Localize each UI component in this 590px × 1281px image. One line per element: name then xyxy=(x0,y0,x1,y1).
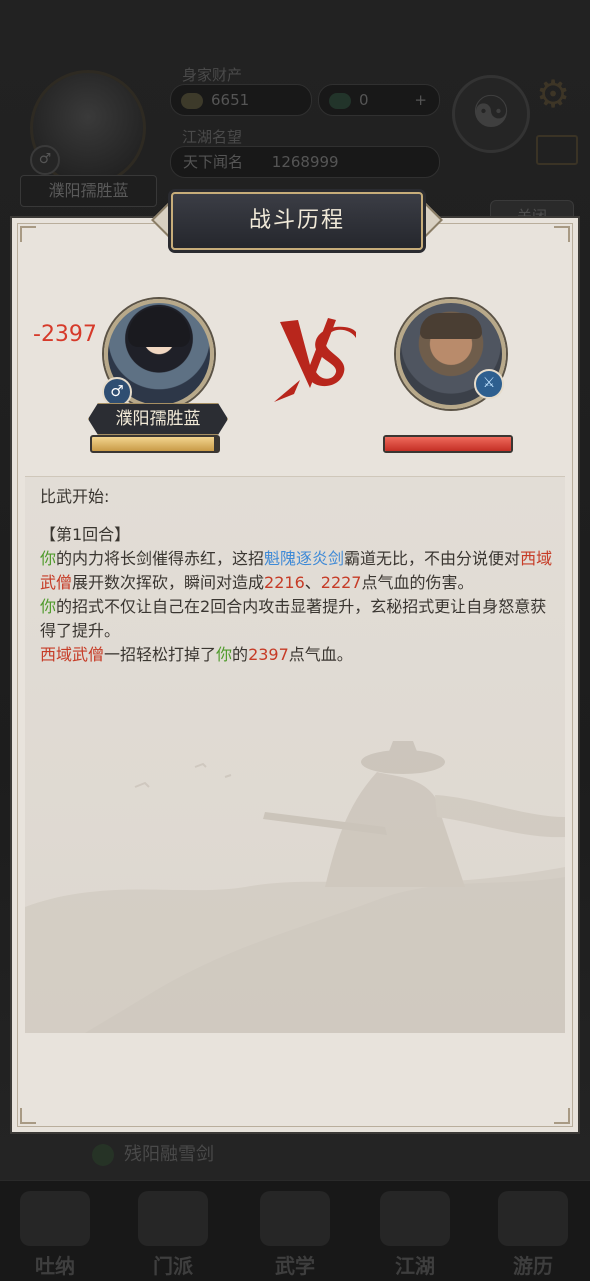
frame-corner xyxy=(20,1108,36,1124)
mail-icon xyxy=(536,135,578,165)
log-damage: 2397 xyxy=(248,645,289,664)
frame-corner xyxy=(20,226,36,242)
player-name: 濮阳孺胜蓝 xyxy=(115,409,201,429)
log-text: 霸道无比，不由分说便对 xyxy=(344,549,521,568)
log-text: 展开数次挥砍，瞬间对造成 xyxy=(72,573,265,592)
nav-sect-icon xyxy=(138,1191,208,1246)
dialog-title: 战斗历程 xyxy=(248,208,345,233)
log-text: 的 xyxy=(232,645,249,664)
enemy-portrait-hair xyxy=(420,313,482,339)
battle-log[interactable]: 比武开始: 【第1回合】 你的内力将长剑催得赤红，这招魁隗逐炎剑霸道无比，不由分… xyxy=(25,476,565,1033)
nav-tuna-icon xyxy=(20,1191,90,1246)
enemy-hp-bar xyxy=(383,435,513,453)
frame-corner xyxy=(554,226,570,242)
add-gem-button: + xyxy=(414,91,427,109)
log-text: 一招轻松打掉了 xyxy=(104,645,217,664)
log-text: 点气血。 xyxy=(288,645,353,664)
background-assets-label: 身家财产 xyxy=(182,66,243,84)
log-start: 比武开始: xyxy=(40,487,110,506)
rank-label: 天下闻名 xyxy=(183,153,244,171)
log-self: 你 xyxy=(40,597,57,616)
background-skill-name: 残阳融雪剑 xyxy=(124,1144,214,1165)
background-silver-bar: 6651 xyxy=(170,84,312,116)
log-damage: 2227 xyxy=(320,573,362,592)
nav-label: 吐纳 xyxy=(35,1254,75,1278)
dialog-title-plate: 战斗历程 xyxy=(171,192,423,250)
nav-item-travel: 游历 xyxy=(478,1191,588,1281)
gem-icon xyxy=(329,92,351,109)
sword-class-icon: ⚔ xyxy=(474,369,504,399)
skill-icon xyxy=(92,1144,114,1166)
nav-label: 游历 xyxy=(513,1254,553,1278)
log-entry: 你的招式不仅让自己在2回合内攻击显著提升，玄秘招式更让自身怒意获得了提升。 xyxy=(40,595,555,643)
silver-value: 6651 xyxy=(211,91,250,109)
player-portrait-hair xyxy=(128,307,190,347)
log-text: 的招式不仅让自己在2回合内攻击显著提升，玄秘招式更让自身怒意获得了提升。 xyxy=(40,597,547,640)
reputation-value: 1268999 xyxy=(271,153,339,171)
nav-item-martial: 武学 xyxy=(240,1191,350,1281)
settings-gear-icon: ⚙ xyxy=(536,72,571,116)
background-skill-row: 残阳融雪剑 xyxy=(92,1140,214,1166)
player-hp-fill xyxy=(92,437,215,451)
nav-label: 门派 xyxy=(153,1254,193,1278)
nav-label: 武学 xyxy=(275,1254,315,1278)
log-text: 点气血的伤害。 xyxy=(361,573,474,592)
background-reputation-label: 江湖名望 xyxy=(182,128,243,146)
background-gem-bar: 0 + xyxy=(318,84,440,116)
log-entry: 西域武僧一招轻松打掉了你的2397点气血。 xyxy=(40,643,555,667)
taiji-icon: ☯ xyxy=(452,75,530,153)
nav-item-sect: 门派 xyxy=(118,1191,228,1281)
log-self: 你 xyxy=(216,645,233,664)
enemy-hp-fill xyxy=(385,437,511,451)
player-hp-bar xyxy=(90,435,220,453)
log-entry: 你的内力将长剑催得赤红，这招魁隗逐炎剑霸道无比，不由分说便对西域武僧展开数次挥砍… xyxy=(40,547,555,595)
nav-item-jianghu: 江湖 xyxy=(360,1191,470,1281)
male-icon: ♂ xyxy=(102,377,132,407)
nav-jianghu-icon xyxy=(380,1191,450,1246)
nav-label: 江湖 xyxy=(395,1254,435,1278)
nav-martial-icon xyxy=(260,1191,330,1246)
log-damage: 2216 xyxy=(264,573,305,592)
background-gender-icon: ♂ xyxy=(30,145,60,175)
log-self: 你 xyxy=(40,549,57,568)
gem-value: 0 xyxy=(359,91,369,109)
frame-corner xyxy=(554,1108,570,1124)
background-player-name: 濮阳孺胜蓝 xyxy=(20,175,157,207)
log-text: 、 xyxy=(304,573,321,592)
damage-popup: -2397 xyxy=(33,322,97,347)
log-skill: 魁隗逐炎剑 xyxy=(264,549,345,568)
player-name-plate: 濮阳孺胜蓝 xyxy=(88,403,228,435)
silver-ingot-icon xyxy=(181,92,203,109)
battle-log-text: 比武开始: 【第1回合】 你的内力将长剑催得赤红，这招魁隗逐炎剑霸道无比，不由分… xyxy=(40,485,555,667)
nav-item-tuna: 吐纳 xyxy=(0,1191,110,1281)
bottom-nav: 吐纳 门派 武学 江湖 游历 xyxy=(0,1180,590,1281)
nav-travel-icon xyxy=(498,1191,568,1246)
versus-icon xyxy=(274,318,356,402)
log-text: 的内力将长剑催得赤红，这招 xyxy=(56,549,265,568)
log-enemy: 西域武僧 xyxy=(40,645,105,664)
background-reputation-bar: 天下闻名 1268999 xyxy=(170,146,440,178)
round-title: 【第1回合】 xyxy=(40,525,131,544)
